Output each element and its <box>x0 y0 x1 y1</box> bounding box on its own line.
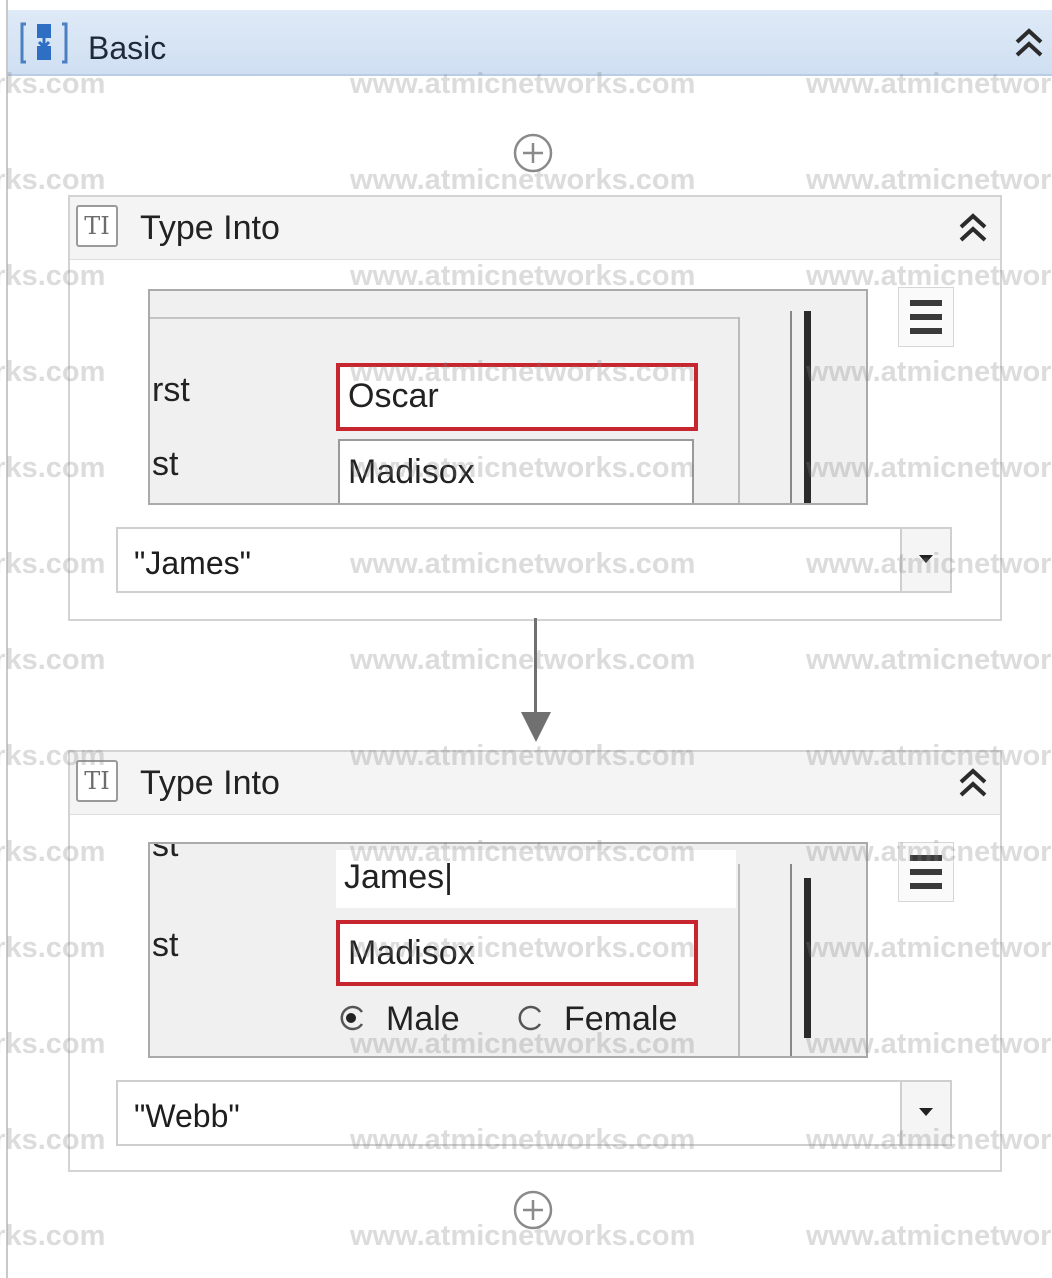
watermark-text: www.atmicnetworks.com <box>806 644 1052 676</box>
preview-field-first: James| <box>336 850 736 908</box>
highlighted-target-field: Madisox <box>336 920 698 986</box>
double-chevron-up-icon[interactable] <box>1012 26 1046 60</box>
preview-divider <box>738 317 740 503</box>
preview-label-first: rst <box>152 371 190 409</box>
text-input-value: "James" <box>134 545 251 581</box>
watermark-text: www.atmicnetworks.com <box>0 164 106 196</box>
sequence-icon <box>20 22 68 64</box>
preview-scrollbar-track <box>790 311 792 503</box>
element-screenshot-preview[interactable]: st James| st Madisox Male Female <box>148 842 868 1058</box>
sequence-header[interactable]: Basic <box>8 10 1052 76</box>
watermark-text: www.atmicnetworks.com <box>806 1220 1052 1252</box>
element-screenshot-preview[interactable]: rst st Oscar Madisox <box>148 289 868 505</box>
radio-female-label: Female <box>564 1000 678 1038</box>
add-activity-bottom-icon[interactable] <box>513 1190 553 1230</box>
sequence-title: Basic <box>88 30 167 66</box>
preview-scrollbar <box>804 878 811 1038</box>
text-input-field[interactable]: "Webb" <box>116 1080 952 1146</box>
type-into-icon: TI <box>76 760 118 802</box>
text-input-field[interactable]: "James" <box>116 527 952 593</box>
flow-arrow-icon <box>521 712 551 742</box>
preview-field-last: Madisox <box>338 439 694 503</box>
dropdown-arrow-icon <box>919 555 933 563</box>
radio-male-label: Male <box>386 1000 460 1038</box>
preview-scrollbar-track <box>790 864 792 1056</box>
preview-divider <box>738 864 740 1056</box>
type-into-activity-2[interactable]: TI Type Into st James| st Madisox Male F… <box>68 750 1002 1172</box>
highlighted-target-field: Oscar <box>336 363 698 431</box>
watermark-text: www.atmicnetworks.com <box>350 644 696 676</box>
watermark-text: www.atmicnetworks.com <box>806 164 1052 196</box>
preview-label-first: st <box>152 842 179 864</box>
sequence-left-border <box>6 0 8 1278</box>
activity-menu-button[interactable] <box>898 287 954 347</box>
activity-header[interactable]: TI Type Into <box>70 197 1000 260</box>
text-input-value: "Webb" <box>134 1098 240 1134</box>
activity-menu-button[interactable] <box>898 842 954 902</box>
activity-title: Type Into <box>140 209 280 247</box>
activity-title: Type Into <box>140 764 280 802</box>
watermark-text: www.atmicnetworks.com <box>0 644 106 676</box>
watermark-text: www.atmicnetworks.com <box>0 1220 106 1252</box>
type-into-icon: TI <box>76 205 118 247</box>
double-chevron-up-icon[interactable] <box>956 211 990 245</box>
add-activity-top-icon[interactable] <box>513 133 553 173</box>
double-chevron-up-icon[interactable] <box>956 766 990 800</box>
dropdown-arrow-icon <box>919 1108 933 1116</box>
radio-unselected-icon <box>518 1005 542 1031</box>
text-dropdown-button[interactable] <box>900 529 950 591</box>
activity-header[interactable]: TI Type Into <box>70 752 1000 815</box>
flow-connector <box>534 618 537 718</box>
type-into-activity-1[interactable]: TI Type Into rst st Oscar Madisox "James… <box>68 195 1002 621</box>
text-dropdown-button[interactable] <box>900 1082 950 1144</box>
preview-label-last: st <box>152 445 179 483</box>
preview-label-last: st <box>152 926 179 964</box>
preview-scrollbar <box>804 311 811 503</box>
radio-selected-icon <box>340 1005 364 1031</box>
preview-panel-edge <box>150 317 740 319</box>
